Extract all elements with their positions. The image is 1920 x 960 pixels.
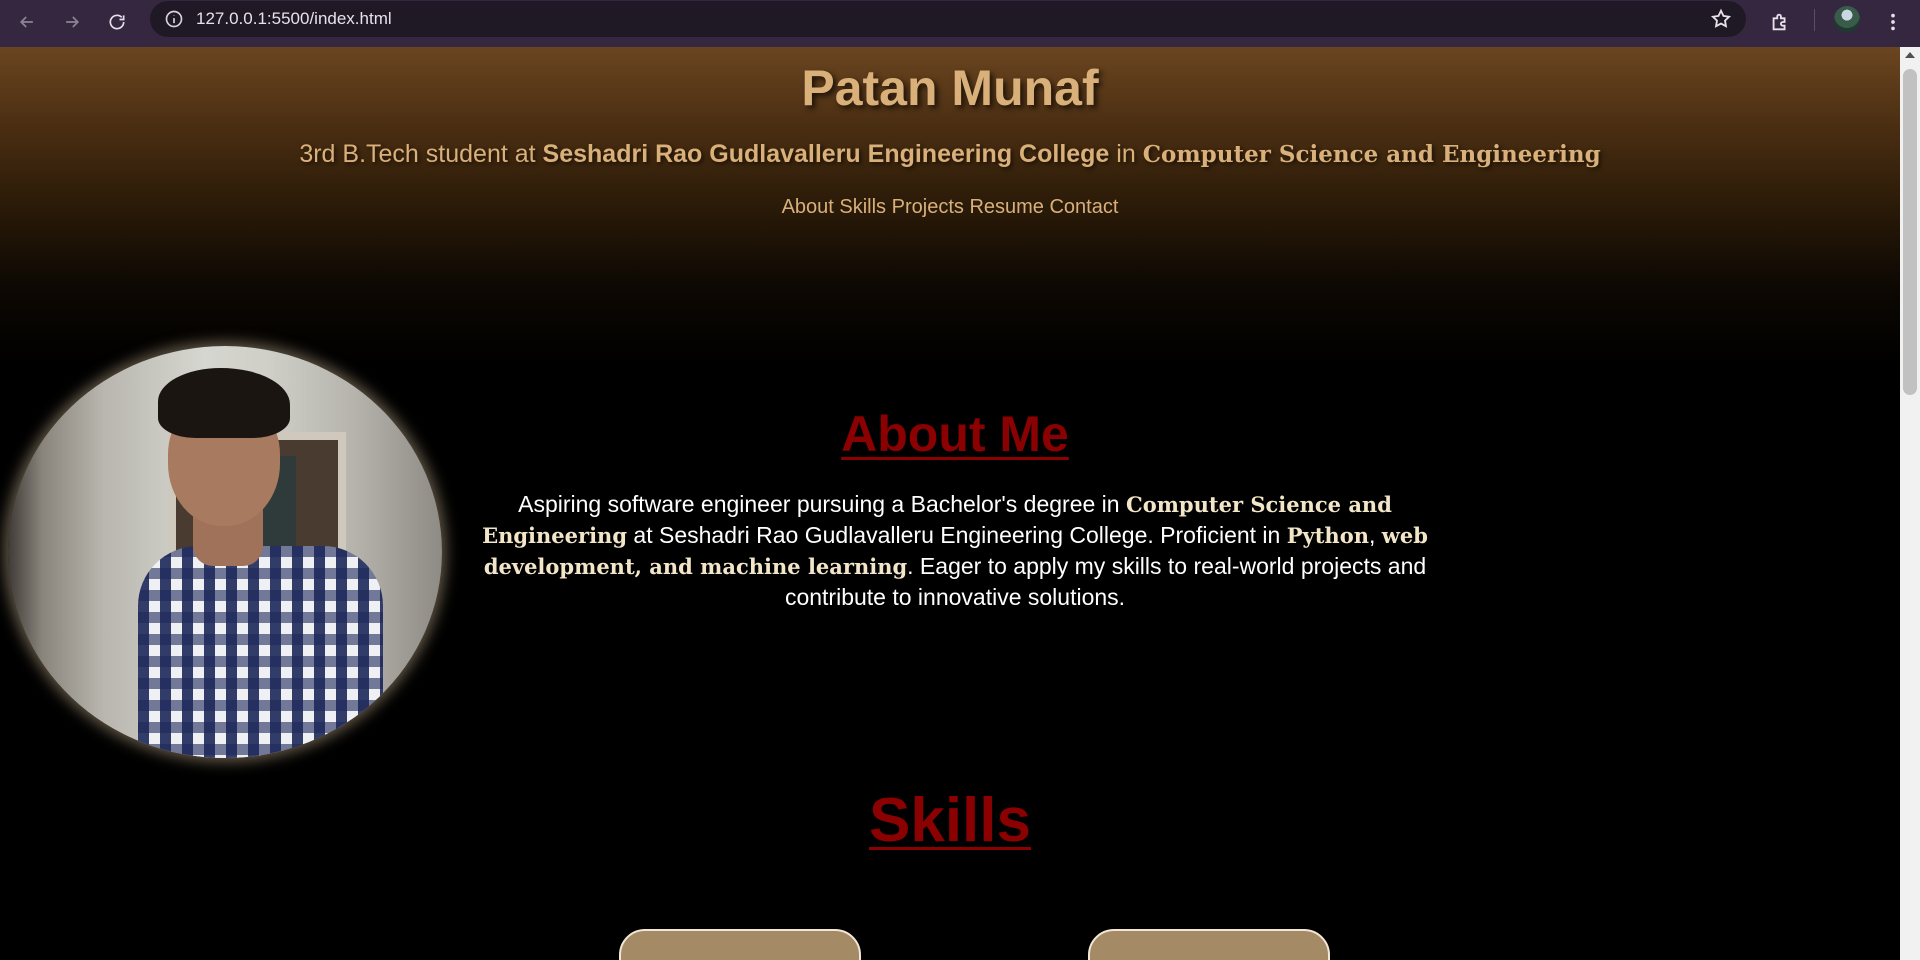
page-title: Patan Munaf: [801, 60, 1099, 116]
browser-toolbar: 127.0.0.1:5500/index.html: [0, 0, 1920, 47]
main-nav: About Skills Projects Resume Contact: [0, 196, 1900, 219]
menu-icon[interactable]: [1878, 4, 1908, 40]
scrollbar-thumb[interactable]: [1903, 69, 1917, 395]
reload-icon[interactable]: [99, 4, 135, 40]
tagline-branch: Computer Science and Engineering: [1142, 141, 1601, 168]
bookmark-star-icon[interactable]: [1710, 8, 1732, 30]
scroll-up-arrow-icon[interactable]: [1905, 52, 1915, 58]
address-bar[interactable]: 127.0.0.1:5500/index.html: [150, 1, 1746, 37]
extensions-icon[interactable]: [1762, 4, 1798, 40]
tagline-middle: in: [1109, 140, 1143, 168]
profile-avatar[interactable]: [1834, 6, 1860, 32]
about-heading: About Me: [841, 406, 1069, 462]
photo-shirt: [138, 546, 383, 758]
about-text-1: Aspiring software engineer pursuing a Ba…: [518, 491, 1126, 517]
site-header: Patan Munaf 3rd B.Tech student at Seshad…: [0, 47, 1900, 367]
nav-link-contact[interactable]: Contact: [1049, 196, 1118, 218]
site-info-icon[interactable]: [164, 9, 184, 29]
tagline-prefix: 3rd B.Tech student at: [299, 140, 543, 168]
toolbar-divider: [1814, 9, 1815, 31]
about-text-2: at Seshadri Rao Gudlavalleru Engineering…: [627, 522, 1287, 548]
tagline-college: Seshadri Rao Gudlavalleru Engineering Co…: [542, 140, 1110, 168]
tagline: 3rd B.Tech student at Seshadri Rao Gudla…: [0, 140, 1900, 169]
about-highlight-python: Python: [1286, 523, 1369, 548]
about-paragraph: Aspiring software engineer pursuing a Ba…: [470, 489, 1440, 613]
skill-card: [1088, 929, 1330, 960]
page-viewport: Patan Munaf 3rd B.Tech student at Seshad…: [0, 47, 1900, 960]
about-text-3: ,: [1368, 522, 1382, 548]
nav-link-resume[interactable]: Resume: [969, 196, 1043, 218]
nav-link-about[interactable]: About: [782, 196, 834, 218]
url-text[interactable]: 127.0.0.1:5500/index.html: [196, 9, 392, 29]
page-scrollbar[interactable]: [1900, 47, 1920, 960]
forward-icon[interactable]: [54, 4, 90, 40]
skill-card: [619, 929, 861, 960]
nav-link-skills[interactable]: Skills: [839, 196, 886, 218]
nav-link-projects[interactable]: Projects: [892, 196, 964, 218]
back-icon[interactable]: [9, 4, 45, 40]
skills-heading: Skills: [869, 786, 1031, 855]
